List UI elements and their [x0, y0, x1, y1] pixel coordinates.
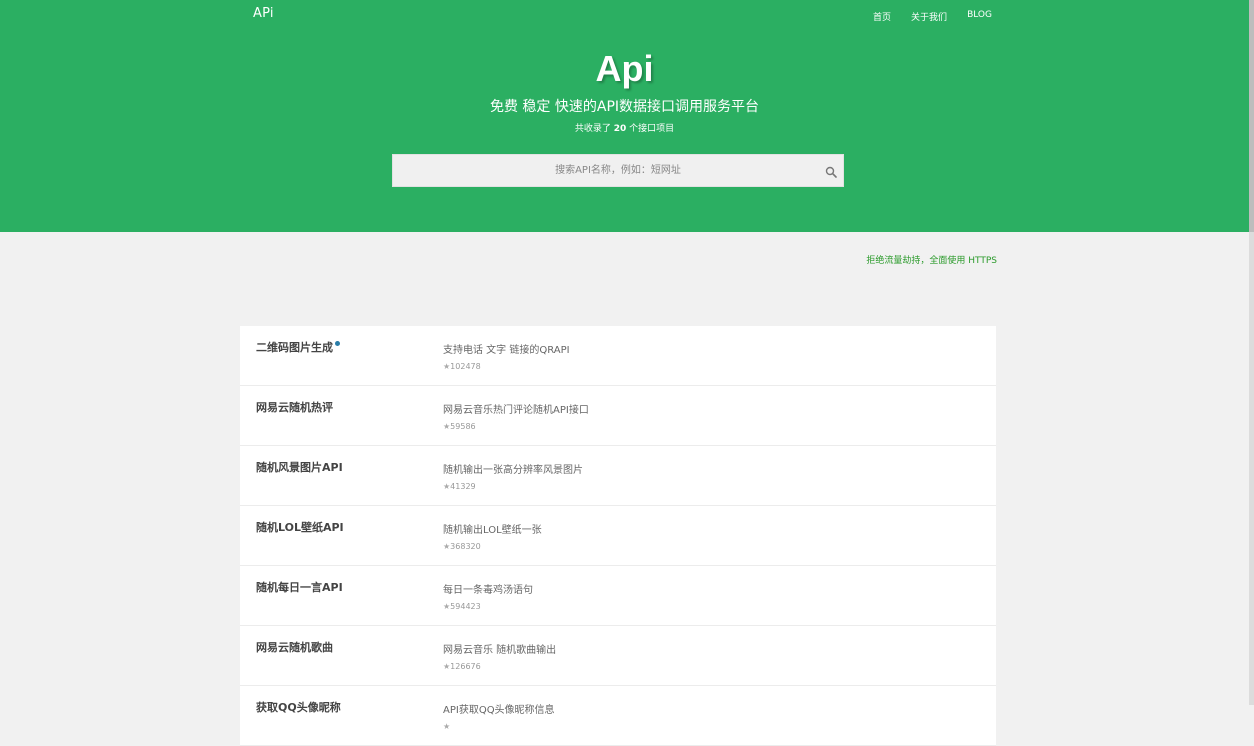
api-name-text: 随机风景图片API [256, 461, 343, 474]
api-name[interactable]: 随机LOL壁纸API [256, 519, 344, 535]
new-badge-dot [335, 341, 340, 346]
api-star-count: ★102478 [443, 362, 481, 371]
api-name-text: 网易云随机歌曲 [256, 641, 333, 654]
api-star-count: ★594423 [443, 602, 481, 611]
api-list-item[interactable]: 随机每日一言API 每日一条毒鸡汤语句 ★594423 [240, 566, 996, 626]
page-subtitle: 免费 稳定 快速的API数据接口调用服务平台 [489, 99, 760, 115]
search-icon[interactable] [825, 166, 837, 178]
api-list-item[interactable]: 随机风景图片API 随机输出一张高分辨率风景图片 ★41329 [240, 446, 996, 506]
api-star-count: ★41329 [443, 482, 476, 491]
api-name-text: 二维码图片生成 [256, 341, 333, 354]
scrollbar-thumb[interactable] [1249, 0, 1254, 232]
api-description: 网易云音乐热门评论随机API接口 [443, 405, 589, 416]
star-icon: ★ [443, 722, 451, 731]
api-count-prefix: 共收录了 [574, 124, 611, 134]
api-count-value: 20 [613, 124, 627, 134]
api-name-text: 网易云随机热评 [256, 401, 333, 414]
api-description: 每日一条毒鸡汤语句 [443, 585, 533, 596]
hero-header: APi 首页 关于我们 BLOG Api 免费 稳定 快速的API数据接口调用服… [0, 0, 1249, 232]
nav-link-home[interactable]: 首页 [873, 10, 891, 23]
api-description: 网易云音乐 随机歌曲输出 [443, 645, 557, 656]
https-note: 拒绝流量劫持，全面使用 HTTPS [866, 256, 997, 266]
api-name[interactable]: 网易云随机热评 [256, 399, 333, 415]
api-star-count: ★126676 [443, 662, 481, 671]
api-star-count: ★59586 [443, 422, 476, 431]
api-star-count: ★ [443, 722, 450, 731]
api-list-item[interactable]: 网易云随机歌曲 网易云音乐 随机歌曲输出 ★126676 [240, 626, 996, 686]
api-description: 支持电话 文字 链接的QRAPI [443, 345, 570, 356]
api-name-text: 随机LOL壁纸API [256, 521, 344, 534]
star-count-value: 59586 [450, 422, 476, 431]
site-logo[interactable]: APi [253, 6, 274, 21]
api-name-text: 获取QQ头像昵称 [256, 701, 341, 714]
api-name[interactable]: 网易云随机歌曲 [256, 639, 333, 655]
api-star-count: ★368320 [443, 542, 481, 551]
nav-link-about[interactable]: 关于我们 [911, 10, 947, 23]
top-nav: 首页 关于我们 BLOG [873, 10, 992, 23]
star-count-value: 368320 [450, 542, 481, 551]
star-count-value: 594423 [450, 602, 481, 611]
api-name[interactable]: 获取QQ头像昵称 [256, 699, 341, 715]
api-list-item[interactable]: 获取QQ头像昵称 API获取QQ头像昵称信息 ★ [240, 686, 996, 746]
scrollbar[interactable] [1249, 0, 1254, 705]
api-list-item[interactable]: 随机LOL壁纸API 随机输出LOL壁纸一张 ★368320 [240, 506, 996, 566]
api-list-item[interactable]: 二维码图片生成 支持电话 文字 链接的QRAPI ★102478 [240, 326, 996, 386]
api-name[interactable]: 二维码图片生成 [256, 339, 340, 355]
api-name[interactable]: 随机风景图片API [256, 459, 343, 475]
api-name[interactable]: 随机每日一言API [256, 579, 343, 595]
star-count-value: 126676 [450, 662, 481, 671]
api-description: 随机输出LOL壁纸一张 [443, 525, 542, 536]
search-input[interactable] [393, 155, 843, 186]
star-count-value: 41329 [450, 482, 476, 491]
api-description: API获取QQ头像昵称信息 [443, 705, 555, 716]
star-count-value: 102478 [450, 362, 481, 371]
api-description: 随机输出一张高分辨率风景图片 [443, 465, 583, 476]
page-title: Api [595, 48, 654, 89]
api-count: 共收录了 20 个接口项目 [0, 121, 1249, 134]
api-list-item[interactable]: 网易云随机热评 网易云音乐热门评论随机API接口 ★59586 [240, 386, 996, 446]
api-name-text: 随机每日一言API [256, 581, 343, 594]
search-box [392, 154, 844, 187]
api-list: 二维码图片生成 支持电话 文字 链接的QRAPI ★102478 网易云随机热评 网易云… [240, 326, 996, 746]
api-count-suffix: 个接口项目 [629, 124, 675, 134]
nav-link-blog[interactable]: BLOG [967, 10, 992, 23]
